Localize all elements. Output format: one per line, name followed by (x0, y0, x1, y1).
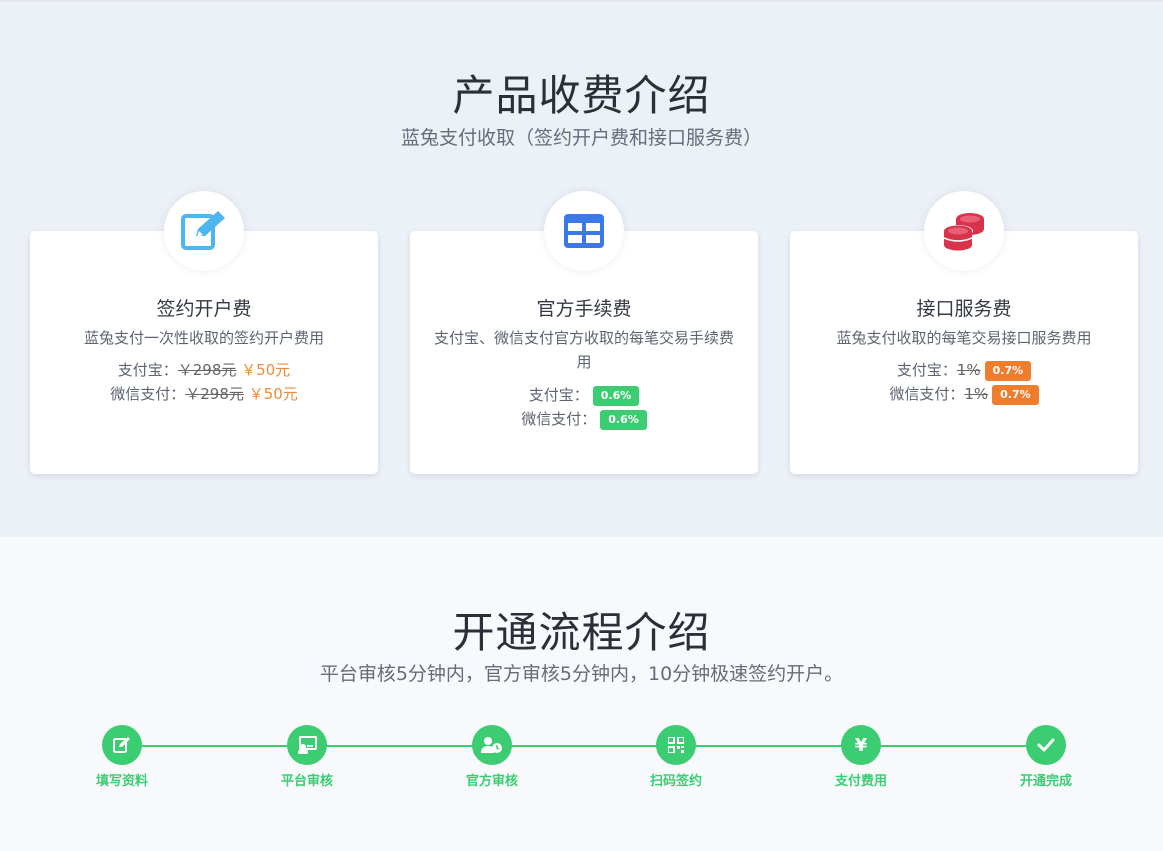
card-official-fee: 官方手续费 支付宝、微信支付官方收取的每笔交易手续费用 支付宝： 0.6% 微信支… (410, 191, 758, 474)
fees-subtitle: 蓝兔支付收取（签约开户费和接口服务费） (400, 127, 762, 149)
step-platform-review: 平台审核 (247, 725, 367, 789)
fees-title: 产品收费介绍 (452, 71, 711, 120)
card-title: 接口服务费 (916, 298, 1012, 320)
process-title: 开通流程介绍 (452, 608, 711, 657)
process-subtitle: 平台审核5分钟内，官方审核5分钟内，10分钟极速签约开户。 (319, 663, 844, 685)
step-dot (472, 725, 512, 765)
rate-badge: 0.7% (992, 384, 1039, 405)
coins-icon (943, 213, 984, 251)
row-label: 支付宝： (117, 361, 178, 379)
row-label: 微信支付： (110, 385, 186, 403)
fee-row-alipay: 支付宝： 0.6% (410, 384, 758, 406)
step-scan-sign: 扫码签约 (616, 725, 736, 789)
step-label: 开通完成 (1019, 774, 1072, 789)
qrcode-icon (668, 737, 684, 753)
fee-row-wechat: 微信支付： 0.6% (410, 408, 758, 430)
fee-row-alipay: 支付宝：1% 0.7% (790, 359, 1138, 381)
edit-icon (181, 211, 225, 250)
check-icon (1037, 738, 1055, 752)
review-icon (298, 736, 317, 754)
step-dot (656, 725, 696, 765)
step-label: 平台审核 (280, 774, 333, 789)
card-description: 支付宝、微信支付官方收取的每笔交易手续费用 (433, 329, 734, 371)
row-label: 支付宝： (896, 361, 957, 379)
card-icon-circle (544, 191, 624, 271)
row-label: 微信支付： (521, 410, 597, 428)
user-clock-icon (481, 737, 502, 753)
old-rate: 1% (956, 361, 981, 379)
step-complete: 开通完成 (986, 725, 1106, 789)
yen-icon: ¥ (854, 734, 868, 756)
process-section: 开通流程介绍 平台审核5分钟内，官方审核5分钟内，10分钟极速签约开户。 填写资… (0, 537, 1163, 851)
card-service-fee: 接口服务费 蓝兔支付收取的每笔交易接口服务费用 支付宝：1% 0.7% 微信支付：… (790, 191, 1138, 474)
step-fill-info: 填写资料 (62, 725, 182, 789)
step-dot (287, 725, 327, 765)
old-price: ￥298元 (177, 361, 237, 379)
new-price: ￥50元 (248, 385, 298, 403)
card-icon-circle (164, 191, 244, 271)
step-label: 扫码签约 (649, 774, 702, 789)
fee-row-wechat: 微信支付：1% 0.7% (790, 383, 1138, 405)
card-signing-fee: 签约开户费 蓝兔支付一次性收取的签约开户费用 支付宝：￥298元 ￥50元 微信… (30, 191, 378, 474)
step-label: 支付费用 (834, 774, 887, 789)
rate-badge: 0.6% (600, 409, 647, 430)
rate-badge: 0.7% (984, 360, 1032, 381)
rate-badge: 0.6% (592, 385, 640, 406)
old-price: ￥298元 (185, 385, 244, 403)
card-description: 蓝兔支付收取的每笔交易接口服务费用 (836, 329, 1092, 347)
price-row-wechat: 微信支付：￥298元 ￥50元 (30, 383, 378, 405)
card-title: 签约开户费 (156, 298, 252, 320)
card-description: 蓝兔支付一次性收取的签约开户费用 (83, 329, 324, 347)
card-icon-circle (924, 191, 1004, 271)
price-row-alipay: 支付宝：￥298元 ￥50元 (30, 359, 378, 381)
old-rate: 1% (964, 385, 989, 403)
step-dot (102, 725, 142, 765)
step-dot (1026, 725, 1066, 765)
step-official-review: 官方审核 (432, 725, 552, 789)
step-pay-fee: ¥ 支付费用 (801, 725, 921, 789)
step-label: 填写资料 (95, 774, 148, 789)
new-price: ￥50元 (241, 361, 291, 379)
edit-icon (113, 737, 130, 753)
row-label: 微信支付： (889, 385, 965, 403)
step-dot: ¥ (841, 725, 881, 765)
step-label: 官方审核 (465, 774, 518, 789)
row-label: 支付宝： (528, 386, 589, 404)
table-icon (564, 214, 604, 248)
card-title: 官方手续费 (536, 298, 632, 320)
fees-section: 产品收费介绍 蓝兔支付收取（签约开户费和接口服务费） 签约开户费 蓝兔支付一次性… (0, 2, 1163, 537)
